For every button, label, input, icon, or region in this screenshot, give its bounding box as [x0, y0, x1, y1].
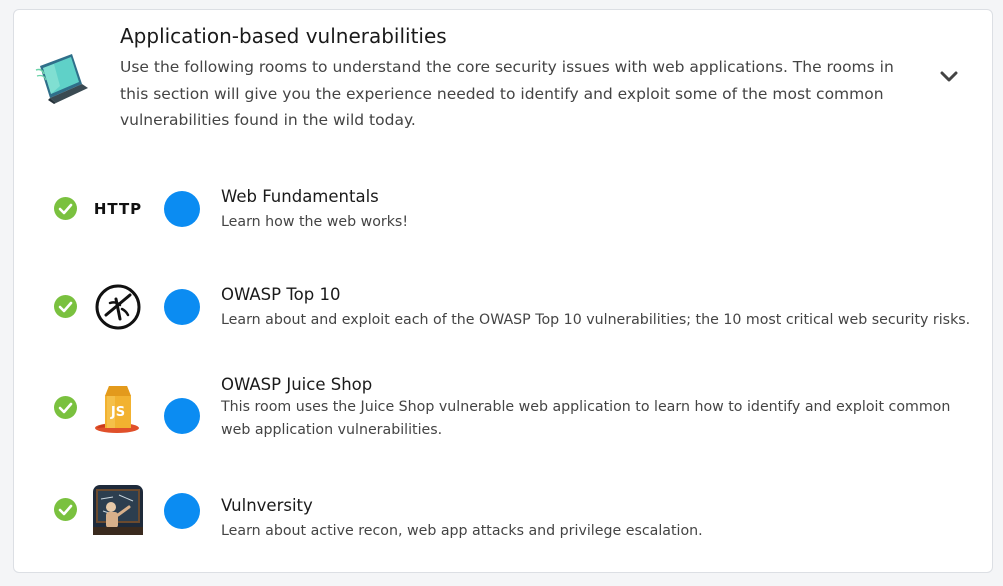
completed-check-icon: [54, 295, 77, 318]
room-description: Learn about active recon, web app attack…: [221, 523, 703, 539]
room-title[interactable]: OWASP Juice Shop: [221, 375, 372, 394]
juice-shop-logo-icon: JS: [93, 383, 143, 433]
room-title[interactable]: Web Fundamentals: [221, 187, 379, 206]
room-title[interactable]: OWASP Top 10: [221, 285, 340, 304]
room-progress-dot: [164, 191, 200, 227]
http-logo-icon: HTTP: [93, 184, 143, 234]
room-progress-dot: [164, 398, 200, 434]
owasp-logo-icon: [93, 282, 143, 332]
chevron-down-icon[interactable]: [934, 64, 964, 90]
room-description: This room uses the Juice Shop vulnerable…: [221, 399, 951, 438]
section-description: Use the following rooms to understand th…: [120, 58, 894, 129]
http-logo-text: HTTP: [93, 200, 143, 218]
room-description: Learn about and exploit each of the OWAS…: [221, 312, 971, 328]
room-title[interactable]: Vulnversity: [221, 496, 313, 515]
section-title: Application-based vulnerabilities: [120, 24, 447, 48]
completed-check-icon: [54, 498, 77, 521]
completed-check-icon: [54, 197, 77, 220]
laptop-icon: [34, 50, 92, 104]
room-progress-dot: [164, 493, 200, 529]
learning-path-section-card: Application-based vulnerabilities Use th…: [13, 9, 993, 573]
room-description: Learn how the web works!: [221, 214, 409, 230]
juice-shop-logo-text: JS: [110, 405, 125, 420]
room-progress-dot: [164, 289, 200, 325]
vulnversity-logo-icon: [93, 485, 143, 535]
completed-check-icon: [54, 396, 77, 419]
